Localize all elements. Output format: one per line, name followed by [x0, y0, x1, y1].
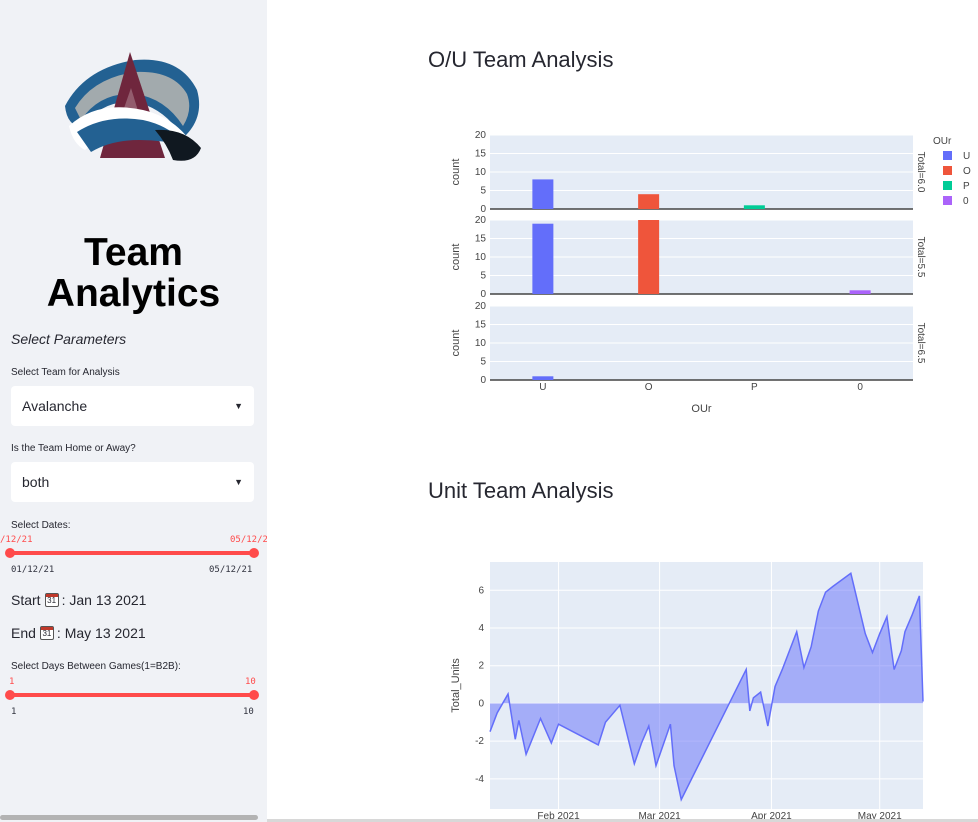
- end-date-line: End 31 : May 13 2021: [11, 625, 146, 641]
- start-date-line: Start 31 : Jan 13 2021: [11, 592, 146, 608]
- start-date-value: : Jan 13 2021: [61, 592, 147, 608]
- team-select-value: Avalanche: [22, 398, 88, 414]
- days-slider-low-handle[interactable]: [5, 690, 15, 700]
- y-tick-label: 0: [480, 204, 486, 215]
- days-slider-low-value: 1: [9, 677, 15, 687]
- calendar-icon: 31: [44, 593, 59, 607]
- days-slider-high-value: 10: [245, 677, 256, 687]
- x-tick-label: O: [645, 382, 653, 393]
- y-tick-label: 2: [478, 661, 484, 672]
- y-tick-label: 6: [478, 585, 484, 596]
- days-slider-max: 10: [243, 707, 254, 717]
- y-tick-label: 4: [478, 623, 484, 634]
- date-slider-track[interactable]: [10, 551, 254, 555]
- legend-label: 0: [963, 196, 969, 207]
- legend-swatch: [943, 166, 952, 175]
- y-tick-label: 0: [478, 698, 484, 709]
- y-tick-label: 0: [480, 375, 486, 386]
- bar: [638, 194, 660, 209]
- legend-label: U: [963, 151, 970, 162]
- date-slider-high-handle[interactable]: [249, 548, 259, 558]
- y-axis-label: Total_Units: [450, 658, 462, 713]
- y-tick-label: 15: [475, 234, 487, 245]
- legend-label: O: [963, 166, 971, 177]
- ou-bar-chart: 0 5 10 15 20 count Total=6.0 0 5 10 15 20 count Total…: [450, 130, 971, 415]
- ou-section-title: O/U Team Analysis: [428, 47, 614, 72]
- facet-label: Total=6.5: [915, 323, 926, 364]
- days-slider-min: 1: [11, 707, 17, 717]
- y-axis-label: count: [450, 330, 462, 357]
- app-title: Team Analytics: [0, 232, 267, 314]
- sidebar: Team Analytics Select Parameters Select …: [0, 0, 267, 822]
- y-tick-label: 0: [480, 289, 486, 300]
- end-label: End: [11, 625, 36, 641]
- y-tick-label: 5: [480, 271, 486, 282]
- legend-swatch: [943, 151, 952, 160]
- y-axis-label: count: [450, 244, 462, 271]
- x-tick-label: P: [751, 382, 758, 393]
- app-title-line2: Analytics: [46, 272, 221, 315]
- y-axis-label: count: [450, 159, 462, 186]
- facet-label: Total=6.0: [915, 152, 926, 193]
- legend-swatch: [943, 196, 952, 205]
- home-away-value: both: [22, 474, 50, 490]
- days-slider-high-handle[interactable]: [249, 690, 259, 700]
- date-slider-high-value: 05/12/2: [230, 535, 267, 545]
- y-tick-label: 10: [475, 252, 487, 263]
- unit-section-title: Unit Team Analysis: [428, 478, 614, 503]
- chevron-down-icon: ▼: [234, 477, 243, 487]
- calendar-icon: 31: [39, 626, 54, 640]
- home-away-label: Is the Team Home or Away?: [11, 443, 136, 454]
- days-between-label: Select Days Between Games(1=B2B):: [11, 661, 181, 672]
- start-label: Start: [11, 592, 41, 608]
- y-tick-label: 20: [475, 301, 487, 312]
- y-tick-label: 20: [475, 215, 487, 226]
- x-tick-label: 0: [857, 382, 863, 393]
- y-tick-label: -4: [475, 774, 484, 785]
- date-slider-max: 05/12/21: [209, 565, 253, 575]
- bar: [743, 205, 765, 209]
- bar: [532, 179, 554, 209]
- end-date-value: : May 13 2021: [56, 625, 146, 641]
- y-tick-label: 15: [475, 149, 487, 160]
- team-select-label: Select Team for Analysis: [11, 367, 120, 378]
- dates-label: Select Dates:: [11, 520, 71, 531]
- x-axis-label: OUr: [691, 403, 712, 415]
- date-slider-low-handle[interactable]: [5, 548, 15, 558]
- avalanche-logo: [65, 52, 201, 161]
- date-slider-min: 01/12/21: [11, 565, 55, 575]
- team-select[interactable]: Avalanche ▼: [11, 386, 254, 426]
- y-tick-label: 5: [480, 186, 486, 197]
- bar: [532, 376, 554, 380]
- unit-area-chart: Feb 2021 Mar 2021 Apr 2021 May 2021-4-20246…: [450, 562, 924, 820]
- params-heading: Select Parameters: [11, 331, 127, 347]
- app-title-line1: Team: [84, 231, 183, 274]
- sidebar-scrollbar[interactable]: [0, 815, 258, 820]
- legend-swatch: [943, 181, 952, 190]
- y-tick-label: 20: [475, 130, 487, 141]
- legend-label: P: [963, 181, 970, 192]
- y-tick-label: -2: [475, 736, 484, 747]
- y-tick-label: 15: [475, 320, 487, 331]
- days-slider-track[interactable]: [10, 693, 254, 697]
- bar: [638, 220, 660, 294]
- chevron-down-icon: ▼: [234, 401, 243, 411]
- legend-title: OUr: [933, 136, 952, 147]
- bar: [532, 223, 554, 294]
- facet-label: Total=5.5: [915, 237, 926, 278]
- bar: [849, 290, 871, 294]
- x-tick-label: U: [539, 382, 546, 393]
- y-tick-label: 10: [475, 167, 487, 178]
- home-away-select[interactable]: both ▼: [11, 462, 254, 502]
- date-slider-low-value: /12/21: [0, 535, 33, 545]
- y-tick-label: 10: [475, 338, 487, 349]
- y-tick-label: 5: [480, 357, 486, 368]
